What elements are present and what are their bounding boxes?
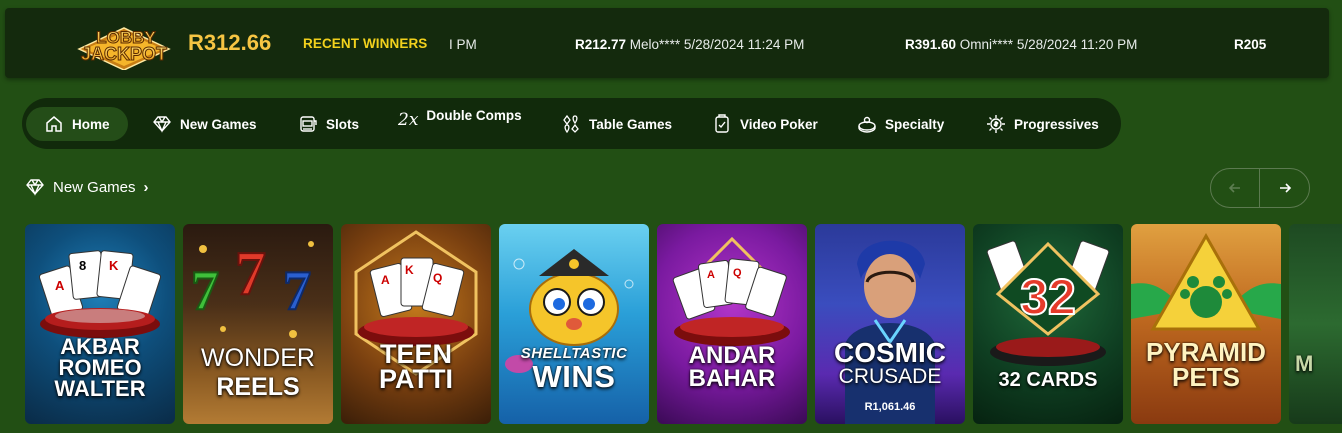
new-games-section-link[interactable]: New Games › xyxy=(25,176,149,198)
game-card-cosmic-crusade[interactable]: COSMIC CRUSADE R1,061.46 xyxy=(815,224,965,424)
card-suits-icon xyxy=(561,114,581,134)
game-thumbnail xyxy=(1131,224,1281,424)
slot-machine-icon xyxy=(298,114,318,134)
game-title: PYRAMID PETS xyxy=(1146,337,1266,393)
svg-text:A: A xyxy=(707,269,715,281)
svg-text:K: K xyxy=(405,263,414,277)
ticker-item: R212.77 Melo**** 5/28/2024 11:24 PM xyxy=(575,37,805,52)
nav-table-games[interactable]: Table Games xyxy=(561,107,672,141)
game-carousel: A 8 K AKBAR ROMEO WALTER 7 7 7 WONDER REELS xyxy=(25,224,1342,424)
game-title: SHELLTASTIC WINS xyxy=(520,345,628,395)
game-title: 32 CARDS xyxy=(998,369,1098,391)
lobby-jackpot-logo[interactable]: LOBBY JACKPOT xyxy=(69,20,179,70)
jackpot-amount: R312.66 xyxy=(188,30,272,55)
svg-text:8: 8 xyxy=(79,258,86,273)
svg-text:A: A xyxy=(381,273,390,287)
carousel-next-button[interactable] xyxy=(1260,169,1309,207)
game-card-pyramid-pets[interactable]: PYRAMID PETS xyxy=(1131,224,1281,424)
game-thumbnail: A Q xyxy=(657,224,807,424)
progressives-icon xyxy=(986,114,1006,134)
game-card-wonder-reels[interactable]: 7 7 7 WONDER REELS xyxy=(183,224,333,424)
carousel-arrows xyxy=(1210,168,1310,208)
home-icon xyxy=(44,114,64,134)
carousel-prev-button[interactable] xyxy=(1211,169,1261,207)
game-card-andar-bahar[interactable]: A Q ANDAR BAHAR xyxy=(657,224,807,424)
svg-text:7: 7 xyxy=(283,260,311,322)
ticker-item: R205 xyxy=(1234,37,1266,52)
game-card-partial[interactable]: M xyxy=(1289,224,1342,424)
ticker-item: R391.60 Omni**** 5/28/2024 11:20 PM xyxy=(905,37,1138,52)
svg-text:Q: Q xyxy=(433,271,442,285)
recent-winners-bar: LOBBY JACKPOT R312.66 RECENT WINNERS I P… xyxy=(5,8,1329,78)
nav-video-poker[interactable]: Video Poker xyxy=(712,107,818,141)
winners-ticker: I PM R212.77 Melo**** 5/28/2024 11:24 PM… xyxy=(449,35,1266,55)
nav-double-comps[interactable]: 2x Double Comps xyxy=(398,104,522,138)
game-thumbnail xyxy=(815,224,965,424)
svg-text:32: 32 xyxy=(1020,269,1076,325)
nav-slots[interactable]: Slots xyxy=(298,107,359,141)
game-title: TEEN PATTI xyxy=(379,339,453,394)
svg-text:Q: Q xyxy=(733,267,742,279)
chevron-right-icon: › xyxy=(143,178,149,196)
game-card-shelltastic-wins[interactable]: SHELLTASTIC WINS xyxy=(499,224,649,424)
category-nav: Home New Games Slots 2x Double Comps Tab… xyxy=(22,98,1121,149)
diamond-icon xyxy=(152,114,172,134)
nav-home[interactable]: Home xyxy=(26,107,128,141)
video-poker-icon xyxy=(712,114,732,134)
nav-specialty[interactable]: Specialty xyxy=(857,107,944,141)
game-title: WONDER REELS xyxy=(201,344,315,401)
nav-new-games[interactable]: New Games xyxy=(152,107,257,141)
nav-progressives[interactable]: Progressives xyxy=(986,107,1099,141)
svg-text:7: 7 xyxy=(191,260,219,322)
double-comps-icon: 2x xyxy=(398,110,419,130)
svg-text:A: A xyxy=(55,278,65,293)
game-title: ANDAR BAHAR xyxy=(688,342,776,392)
game-card-akbar-romeo-walter[interactable]: A 8 K AKBAR ROMEO WALTER xyxy=(25,224,175,424)
game-thumbnail xyxy=(499,224,649,424)
game-card-32-cards[interactable]: 32 32 CARDS xyxy=(973,224,1123,424)
game-thumbnail: 32 xyxy=(973,224,1123,424)
svg-text:K: K xyxy=(109,258,119,273)
recent-winners-label: RECENT WINNERS xyxy=(303,36,428,51)
section-title: New Games xyxy=(53,178,136,196)
svg-text:JACKPOT: JACKPOT xyxy=(81,44,167,64)
game-thumbnail: A K Q xyxy=(341,224,491,424)
game-title: AKBAR ROMEO WALTER xyxy=(54,334,146,401)
specialty-icon xyxy=(857,114,877,134)
svg-text:7: 7 xyxy=(235,240,266,308)
diamond-icon xyxy=(25,177,45,197)
ticker-item: I PM xyxy=(449,37,477,52)
game-title: M xyxy=(1295,351,1314,376)
game-card-teen-patti[interactable]: A K Q TEEN PATTI xyxy=(341,224,491,424)
game-thumbnail xyxy=(1289,224,1342,424)
game-title: COSMIC CRUSADE xyxy=(834,337,946,388)
game-jackpot-amount: R1,061.46 xyxy=(864,401,916,413)
